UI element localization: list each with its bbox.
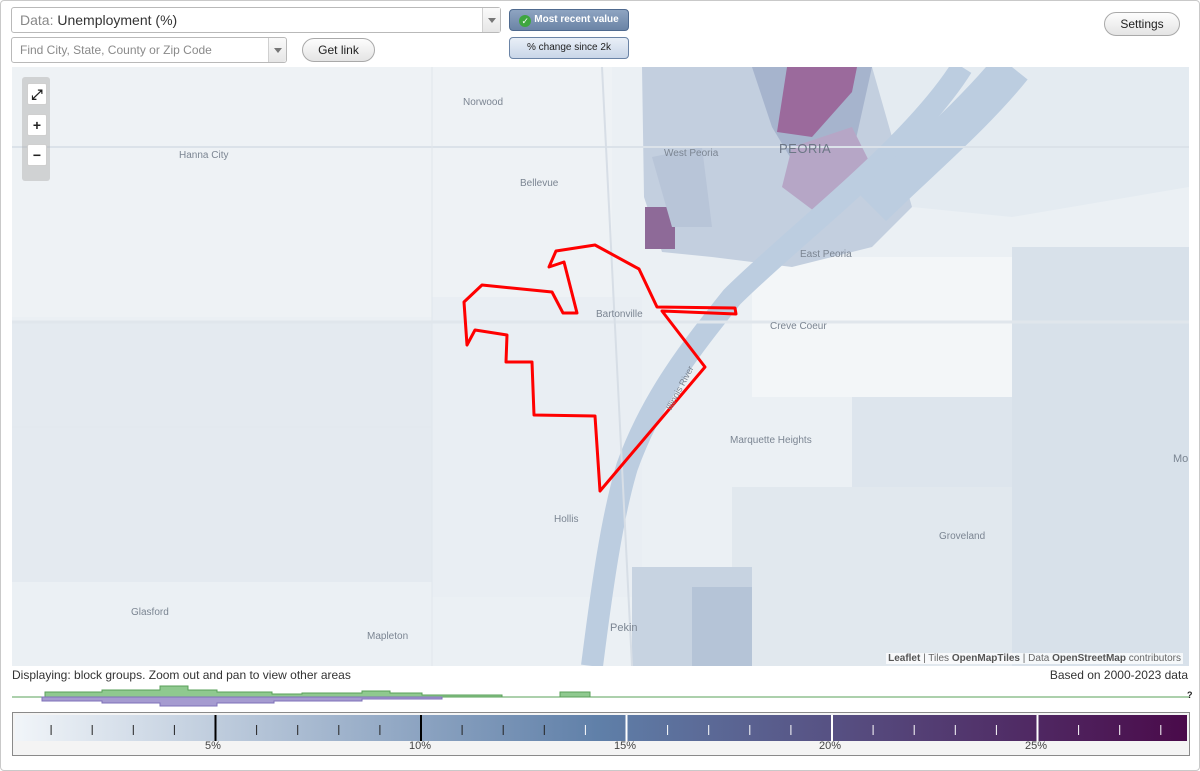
place-label: Mort: [1173, 453, 1189, 465]
place-label: East Peoria: [800, 249, 852, 260]
color-legend: [12, 712, 1190, 756]
place-label: Bellevue: [520, 178, 559, 189]
legend-tick-label: 25%: [1025, 740, 1048, 752]
data-select-prefix: Data:: [20, 12, 58, 28]
percent-change-label: % change since 2k: [527, 42, 611, 53]
place-label: Mapleton: [367, 631, 409, 642]
block-group-pekin-2: [692, 587, 752, 666]
zoom-controls: ⤢ + −: [22, 77, 50, 181]
place-label: PEORIA: [779, 141, 832, 156]
place-label: Hollis: [554, 514, 579, 525]
place-label: West Peoria: [664, 148, 719, 159]
chevron-down-icon[interactable]: [482, 8, 500, 32]
attribution-text: contributors: [1125, 653, 1181, 664]
get-link-button[interactable]: Get link: [302, 38, 375, 62]
histogram-purple-bars: [41, 696, 443, 707]
legend-tick-label: 20%: [819, 740, 842, 752]
data-range-note: Based on 2000-2023 data: [1049, 668, 1188, 682]
unknown-value-mark: ?: [1187, 690, 1193, 700]
zoom-in-button[interactable]: +: [27, 114, 47, 136]
place-label: Creve Coeur: [770, 321, 827, 332]
most-recent-value-label: Most recent value: [534, 14, 619, 25]
data-select[interactable]: Data: Unemployment (%): [11, 7, 501, 33]
settings-button[interactable]: Settings: [1104, 12, 1180, 36]
openstreetmap-link[interactable]: OpenStreetMap: [1052, 653, 1126, 664]
most-recent-value-toggle[interactable]: ✓ Most recent value: [509, 9, 629, 31]
legend-tick-label: 10%: [409, 740, 432, 752]
place-label: Pekin: [610, 622, 638, 634]
place-label: Glasford: [131, 607, 169, 618]
legend-tick-label: 5%: [205, 740, 221, 752]
place-label: Marquette Heights: [730, 435, 812, 446]
search-input[interactable]: [11, 37, 287, 63]
display-status: Displaying: block groups. Zoom out and p…: [12, 668, 351, 682]
percent-change-toggle[interactable]: % change since 2k: [509, 37, 629, 59]
block-group-nw: [12, 67, 612, 317]
map-attribution: Leaflet | Tiles OpenMapTiles | Data Open…: [886, 653, 1183, 664]
block-group-east: [1012, 247, 1189, 666]
attribution-text: | Tiles: [920, 653, 952, 664]
fit-bounds-button[interactable]: ⤢: [27, 83, 47, 105]
leaflet-link[interactable]: Leaflet: [888, 653, 920, 664]
attribution-text: | Data: [1020, 653, 1053, 664]
map-view[interactable]: Norwood Hanna City West Peoria PEORIA Be…: [12, 67, 1189, 666]
block-group-west: [12, 322, 432, 582]
checkmark-icon: ✓: [519, 15, 532, 27]
place-label: Norwood: [463, 97, 504, 108]
legend-gradient: [15, 715, 1187, 741]
place-label: Bartonville: [596, 309, 643, 320]
value-histogram: [12, 685, 1190, 707]
legend-tick-label: 15%: [614, 740, 637, 752]
data-select-value: Unemployment (%): [57, 12, 178, 28]
openmaptiles-link[interactable]: OpenMapTiles: [952, 653, 1020, 664]
place-label: Hanna City: [179, 150, 229, 161]
histogram-green-bars: [44, 685, 503, 698]
place-label: Groveland: [939, 531, 986, 542]
zoom-out-button[interactable]: −: [27, 144, 47, 166]
histogram-green-bars: [559, 691, 591, 698]
search-dropdown-chevron-icon[interactable]: [268, 38, 286, 62]
legend-gradient-bar: [15, 715, 1187, 741]
